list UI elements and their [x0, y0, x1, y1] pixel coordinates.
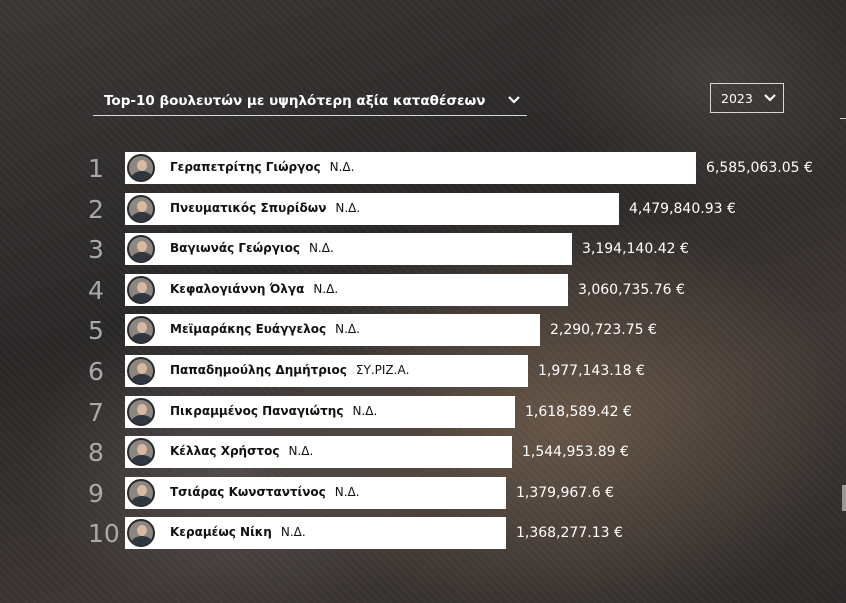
rank-number: 5: [88, 316, 104, 345]
mp-name: Κεφαλογιάννη Όλγα Ν.Δ.: [170, 282, 338, 296]
rank-number: 1: [88, 154, 104, 183]
rank-number: 4: [88, 276, 104, 305]
mp-name-text: Τσιάρας Κωνσταντίνος: [170, 485, 326, 499]
bar[interactable]: Γεραπετρίτης Γιώργος Ν.Δ.: [125, 152, 696, 184]
value-label: 2,290,723.75 €: [550, 322, 657, 338]
party-label: Ν.Δ.: [288, 444, 314, 458]
value-label: 1,977,143.18 €: [538, 363, 645, 379]
value-label: 3,194,140.42 €: [582, 241, 689, 257]
year-select-label: 2023: [721, 91, 753, 106]
mp-name-text: Μεϊμαράκης Ευάγγελος: [170, 322, 327, 336]
metric-select[interactable]: Top-10 βουλευτών με υψηλότερη αξία καταθ…: [93, 86, 527, 116]
rank-number: 8: [88, 438, 104, 467]
party-label: Ν.Δ.: [335, 201, 361, 215]
party-label: Ν.Δ.: [308, 241, 334, 255]
bar[interactable]: Βαγιωνάς Γεώργιος Ν.Δ.: [125, 233, 572, 265]
divider: [840, 118, 846, 119]
party-label: Ν.Δ.: [280, 525, 306, 539]
avatar: [127, 154, 155, 182]
rank-number: 7: [88, 398, 104, 427]
rank-number: 6: [88, 357, 104, 386]
mp-name: Πικραμμένος Παναγιώτης Ν.Δ.: [170, 404, 377, 418]
avatar: [127, 235, 155, 263]
avatar: [127, 357, 155, 385]
bar[interactable]: Κεφαλογιάννη Όλγα Ν.Δ.: [125, 274, 568, 306]
chevron-down-icon: [764, 94, 776, 102]
party-label: Ν.Δ.: [313, 282, 339, 296]
mp-name-text: Βαγιωνάς Γεώργιος: [170, 241, 300, 255]
value-label: 3,060,735.76 €: [578, 282, 685, 298]
mp-name-text: Γεραπετρίτης Γιώργος: [170, 160, 321, 174]
value-label: 4,479,840.93 €: [629, 201, 736, 217]
mp-name-text: Κέλλας Χρήστος: [170, 444, 280, 458]
mp-name: Μεϊμαράκης Ευάγγελος Ν.Δ.: [170, 322, 360, 336]
bar[interactable]: Πνευματικός Σπυρίδων Ν.Δ.: [125, 193, 619, 225]
bar[interactable]: Κεραμέως Νίκη Ν.Δ.: [125, 517, 506, 549]
avatar: [127, 316, 155, 344]
party-label: Ν.Δ.: [352, 404, 378, 418]
avatar: [127, 519, 155, 547]
value-label: 6,585,063.05 €: [706, 160, 813, 176]
value-label: 1,379,967.6 €: [516, 485, 614, 501]
metric-select-label: Top-10 βουλευτών με υψηλότερη αξία καταθ…: [104, 93, 486, 109]
value-label: 1,368,277.13 €: [516, 525, 623, 541]
value-label: 1,544,953.89 €: [522, 444, 629, 460]
avatar: [127, 276, 155, 304]
mp-name: Κέλλας Χρήστος Ν.Δ.: [170, 444, 313, 458]
rank-number: 9: [88, 479, 104, 508]
bar[interactable]: Τσιάρας Κωνσταντίνος Ν.Δ.: [125, 477, 506, 509]
party-label: Ν.Δ.: [334, 485, 360, 499]
avatar: [127, 195, 155, 223]
mp-name: Κεραμέως Νίκη Ν.Δ.: [170, 525, 306, 539]
mp-name-text: Κεραμέως Νίκη: [170, 525, 272, 539]
mp-name-text: Πικραμμένος Παναγιώτης: [170, 404, 344, 418]
year-select[interactable]: 2023: [710, 83, 784, 113]
mp-name: Πνευματικός Σπυρίδων Ν.Δ.: [170, 201, 360, 215]
bar[interactable]: Κέλλας Χρήστος Ν.Δ.: [125, 436, 512, 468]
mp-name-text: Πνευματικός Σπυρίδων: [170, 201, 327, 215]
rank-number: 10: [88, 519, 120, 548]
bar[interactable]: Μεϊμαράκης Ευάγγελος Ν.Δ.: [125, 314, 540, 346]
scroll-indicator: [842, 485, 846, 511]
mp-name-text: Παπαδημούλης Δημήτριος: [170, 363, 347, 377]
avatar: [127, 438, 155, 466]
party-label: Ν.Δ.: [335, 322, 360, 336]
rank-number: 2: [88, 195, 104, 224]
bar[interactable]: Παπαδημούλης Δημήτριος ΣΥ.ΡΙΖ.Α.: [125, 355, 528, 387]
party-label: Ν.Δ.: [329, 160, 355, 174]
mp-name-text: Κεφαλογιάννη Όλγα: [170, 282, 305, 296]
value-label: 1,618,589.42 €: [525, 404, 632, 420]
mp-name: Γεραπετρίτης Γιώργος Ν.Δ.: [170, 160, 354, 174]
avatar: [127, 398, 155, 426]
party-label: ΣΥ.ΡΙΖ.Α.: [355, 363, 410, 377]
mp-name: Βαγιωνάς Γεώργιος Ν.Δ.: [170, 241, 334, 255]
mp-name: Παπαδημούλης Δημήτριος ΣΥ.ΡΙΖ.Α.: [170, 363, 409, 377]
chevron-down-icon: [508, 96, 520, 104]
bar[interactable]: Πικραμμένος Παναγιώτης Ν.Δ.: [125, 396, 515, 428]
avatar: [127, 479, 155, 507]
rank-number: 3: [88, 235, 104, 264]
mp-name: Τσιάρας Κωνσταντίνος Ν.Δ.: [170, 485, 360, 499]
